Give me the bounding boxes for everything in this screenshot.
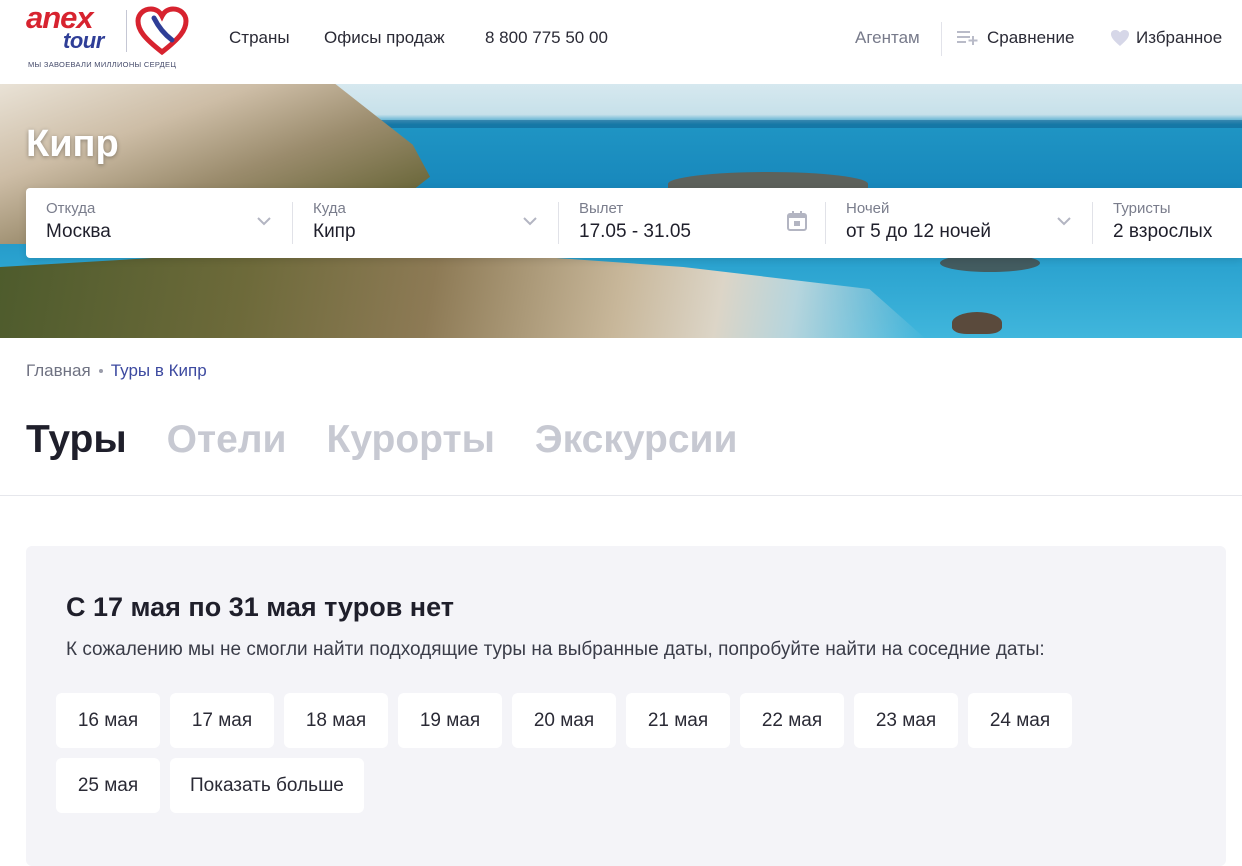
alternative-dates: 16 мая 17 мая 18 мая 19 мая 20 мая 21 ма… xyxy=(56,693,1116,813)
tab-resorts[interactable]: Курорты xyxy=(327,418,495,462)
nav-countries[interactable]: Страны xyxy=(229,28,290,48)
anex-tour-logo[interactable]: anex tour МЫ ЗАВОЕВАЛИ МИЛЛИОНЫ СЕРДЕЦ xyxy=(26,0,196,72)
date-option[interactable]: 16 мая xyxy=(56,693,160,748)
chevron-down-icon xyxy=(523,217,537,226)
logo-divider xyxy=(126,10,127,52)
date-option[interactable]: 25 мая xyxy=(56,758,160,813)
tourists-value: 2 взрослых xyxy=(1113,221,1213,242)
tour-search-form: Откуда Москва Куда Кипр Вылет 17.05 - 31… xyxy=(26,188,1242,258)
favorites-button[interactable]: Избранное xyxy=(1110,28,1222,48)
chevron-down-icon xyxy=(257,217,271,226)
breadcrumb-current[interactable]: Туры в Кипр xyxy=(111,361,207,381)
tab-hotels[interactable]: Отели xyxy=(167,418,287,462)
logo-word-tour: tour xyxy=(63,28,104,53)
destination-field[interactable]: Куда Кипр xyxy=(293,188,559,258)
date-option[interactable]: 19 мая xyxy=(398,693,502,748)
no-results-title: С 17 мая по 31 мая туров нет xyxy=(66,592,454,622)
departure-date-field[interactable]: Вылет 17.05 - 31.05 xyxy=(559,188,826,258)
logo-slogan: МЫ ЗАВОЕВАЛИ МИЛЛИОНЫ СЕРДЕЦ xyxy=(28,60,177,69)
tab-tours[interactable]: Туры xyxy=(26,418,127,462)
breadcrumb-separator xyxy=(98,369,103,373)
date-option[interactable]: 17 мая xyxy=(170,693,274,748)
nav-agents[interactable]: Агентам xyxy=(855,28,920,48)
compare-button[interactable]: Сравнение xyxy=(957,28,1074,48)
date-option[interactable]: 23 мая xyxy=(854,693,958,748)
hero-rock xyxy=(952,312,1002,334)
page-title: Кипр xyxy=(26,123,119,165)
nights-field[interactable]: Ночей от 5 до 12 ночей xyxy=(826,188,1093,258)
breadcrumb-home[interactable]: Главная xyxy=(26,361,91,381)
compare-list-icon xyxy=(957,31,978,45)
nav-divider xyxy=(941,22,942,56)
date-option[interactable]: 20 мая xyxy=(512,693,616,748)
no-results-panel: С 17 мая по 31 мая туров нет К сожалению… xyxy=(26,546,1226,866)
tourists-field[interactable]: Туристы 2 взрослых xyxy=(1093,188,1242,258)
hero-horizon xyxy=(380,120,1242,128)
section-tabs: Туры Отели Курорты Экскурсии xyxy=(26,418,738,462)
date-option[interactable]: 22 мая xyxy=(740,693,844,748)
tab-excursions[interactable]: Экскурсии xyxy=(535,418,738,462)
nav-phone[interactable]: 8 800 775 50 00 xyxy=(485,28,608,48)
breadcrumb: Главная Туры в Кипр xyxy=(26,361,207,381)
chevron-down-icon xyxy=(1057,217,1071,226)
date-option[interactable]: 18 мая xyxy=(284,693,388,748)
tabs-divider xyxy=(0,495,1242,496)
date-option[interactable]: 21 мая xyxy=(626,693,730,748)
heart-logo-icon xyxy=(135,6,189,56)
no-results-message: К сожалению мы не смогли найти подходящи… xyxy=(66,639,1045,660)
calendar-icon xyxy=(787,211,807,231)
date-option[interactable]: 24 мая xyxy=(968,693,1072,748)
nav-sales-offices[interactable]: Офисы продаж xyxy=(324,28,445,48)
show-more-button[interactable]: Показать больше xyxy=(170,758,364,813)
favorites-label: Избранное xyxy=(1136,28,1223,47)
from-field[interactable]: Откуда Москва xyxy=(26,188,293,258)
compare-label: Сравнение xyxy=(987,28,1075,47)
tourists-label: Туристы xyxy=(1113,200,1171,217)
site-header: anex tour МЫ ЗАВОЕВАЛИ МИЛЛИОНЫ СЕРДЕЦ С… xyxy=(0,0,1242,84)
heart-icon xyxy=(1111,30,1129,46)
